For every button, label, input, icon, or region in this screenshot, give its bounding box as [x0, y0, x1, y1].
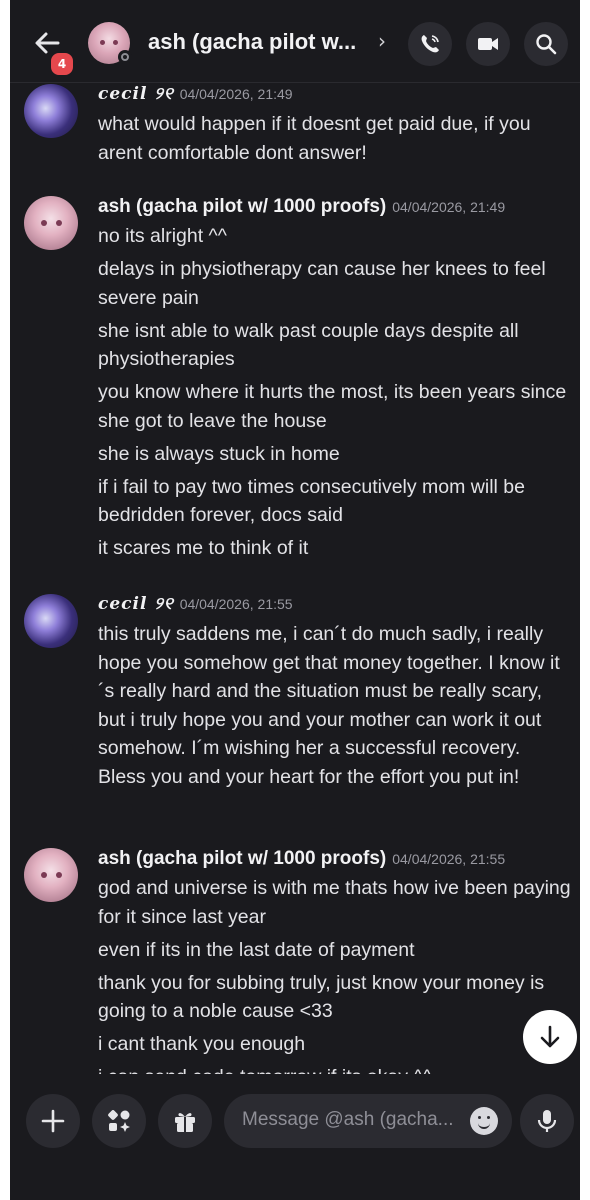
apps-icon [108, 1110, 130, 1132]
message-meta: ash (gacha pilot w/ 1000 proofs) 04/04/20… [98, 848, 505, 870]
message-content: this truly saddens me, i can´t do much s… [98, 620, 573, 796]
emoji-icon[interactable] [470, 1107, 498, 1135]
message-line: no its alright ^^ [98, 225, 227, 247]
voice-message-button[interactable] [520, 1094, 574, 1148]
author-name[interactable]: ash (gacha pilot w/ 1000 proofs) [98, 848, 386, 869]
message-content: no its alright ^^ delays in physiotherap… [98, 222, 573, 567]
arrow-down-icon [540, 1025, 560, 1048]
video-camera-icon [478, 38, 498, 50]
message-line: you know where it hurts the most, its be… [98, 381, 567, 432]
message-line: what would happen if it doesnt get paid … [98, 113, 531, 164]
microphone-icon [537, 1110, 557, 1132]
message-meta: cecil ୨୧ 04/04/2026, 21:49 [98, 84, 293, 104]
author-name[interactable]: cecil ୨୧ [98, 84, 174, 104]
message-line: delays in physiotherapy can cause her kn… [98, 258, 546, 309]
message-line: she isnt able to walk past couple days d… [98, 319, 519, 371]
gift-button[interactable] [158, 1094, 212, 1148]
message-content: what would happen if it doesnt get paid … [98, 110, 573, 172]
timestamp: 04/04/2026, 21:55 [392, 851, 506, 867]
video-call-button[interactable] [466, 22, 510, 66]
message-line: it scares me to think of it [98, 537, 309, 559]
avatar[interactable] [24, 594, 78, 648]
avatar[interactable] [24, 848, 78, 902]
timestamp: 04/04/2026, 21:55 [179, 596, 293, 612]
message-line: if i fail to pay two times consecutively… [98, 475, 525, 527]
message-line: this truly saddens me, i can´t do much s… [98, 623, 560, 788]
unread-badge: 4 [48, 50, 76, 78]
message-meta: ash (gacha pilot w/ 1000 proofs) 04/04/20… [98, 196, 505, 218]
dm-header: 4 ash (gacha pilot w... › [10, 0, 580, 83]
timestamp: 04/04/2026, 21:49 [392, 199, 506, 215]
message-placeholder: Message @ash (gacha... [242, 1109, 454, 1130]
avatar[interactable] [24, 196, 78, 250]
apps-button[interactable] [92, 1094, 146, 1148]
message-line: god and universe is with me thats how iv… [98, 877, 571, 928]
dm-screen: 4 ash (gacha pilot w... › cecil ୨୧ 04/04… [10, 0, 580, 1200]
message-content: god and universe is with me thats how iv… [98, 874, 573, 1074]
phone-icon [421, 35, 439, 53]
jump-to-present-button[interactable] [523, 1010, 577, 1064]
message-line: even if its in the last date of payment [98, 938, 415, 961]
message-line: i cant thank you enough [98, 1033, 306, 1055]
message-meta: cecil ୨୧ 04/04/2026, 21:55 [98, 594, 293, 614]
message-line: i can send code tomorrow if its okay ^^ [98, 1063, 573, 1074]
plus-icon [41, 1109, 65, 1133]
add-attachment-button[interactable] [26, 1094, 80, 1148]
author-name[interactable]: ash (gacha pilot w/ 1000 proofs) [98, 196, 386, 217]
message-list[interactable]: cecil ୨୧ 04/04/2026, 21:49 what would hap… [10, 84, 580, 1074]
voice-call-button[interactable] [408, 22, 452, 66]
search-button[interactable] [524, 22, 568, 66]
timestamp: 04/04/2026, 21:49 [179, 86, 293, 102]
author-name[interactable]: cecil ୨୧ [98, 594, 174, 614]
message-composer: Message @ash (gacha... [10, 1080, 580, 1200]
message-input[interactable]: Message @ash (gacha... [224, 1094, 512, 1148]
status-indicator [118, 50, 132, 64]
message-line: thank you for subbing truly, just know y… [98, 971, 545, 1023]
avatar[interactable] [24, 84, 78, 138]
chevron-right-icon[interactable]: › [378, 29, 386, 53]
gift-icon [175, 1113, 195, 1132]
search-icon [536, 34, 557, 55]
channel-title[interactable]: ash (gacha pilot w... [148, 29, 356, 55]
message-line: she is always stuck in home [98, 442, 340, 465]
